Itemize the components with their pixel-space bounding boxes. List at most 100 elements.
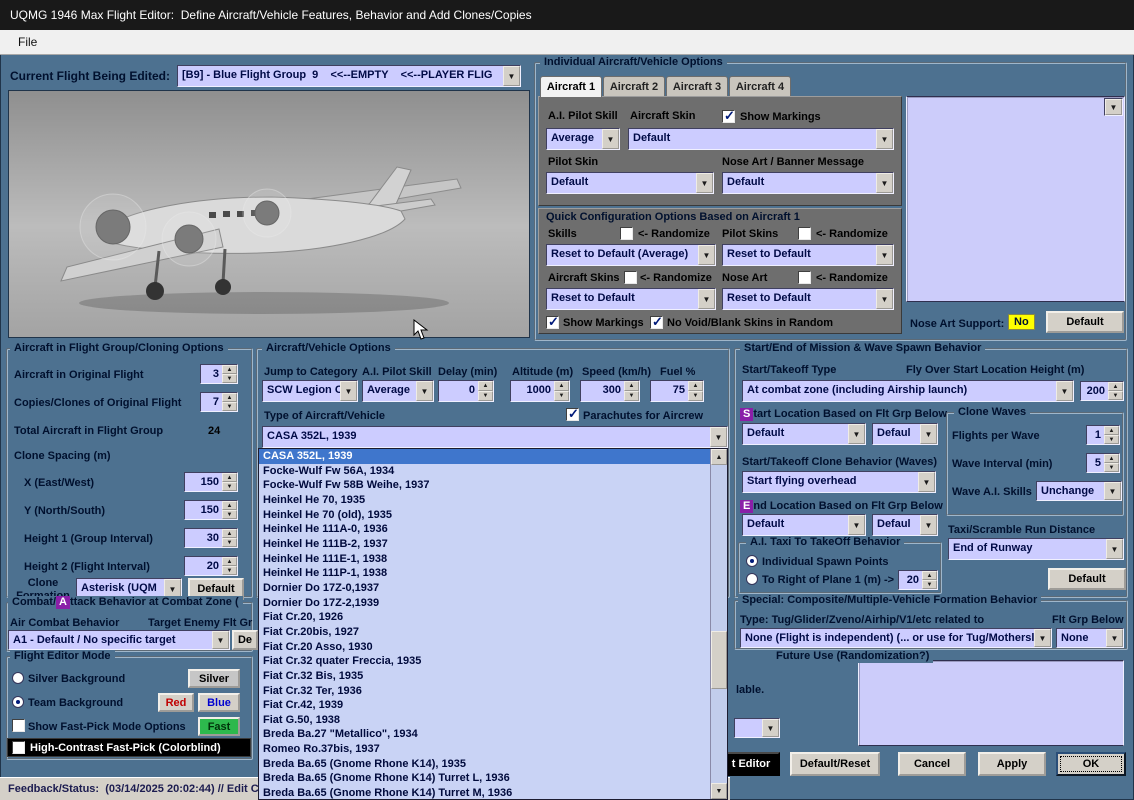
copies-spinner[interactable]: 7 [200,392,238,412]
list-item[interactable]: CASA 352L, 1939 [259,449,710,464]
original-flight-spinner[interactable]: 3 [200,364,238,384]
spin-up-icon[interactable] [222,501,237,510]
list-item[interactable]: Dornier Do 17Z-2,1939 [259,596,710,611]
spin-up-icon[interactable] [554,381,569,391]
show-markings-checkbox[interactable] [722,108,735,124]
list-item[interactable]: Heinkel He 111A-0, 1936 [259,522,710,537]
x-spacing-spinner[interactable]: 150 [184,472,238,492]
aircraft-skins-reset-dropdown[interactable]: Reset to Default [546,288,716,310]
fastpick-checkbox[interactable] [12,719,25,732]
dropdown-arrow-icon[interactable] [848,515,865,535]
dropdown-arrow-icon[interactable] [602,129,619,149]
list-item[interactable]: Dornier Do 17Z-0,1937 [259,581,710,596]
dropdown-arrow-icon[interactable] [848,424,865,444]
spin-down-icon[interactable] [222,510,237,519]
spin-down-icon[interactable] [222,566,237,575]
list-item[interactable]: Focke-Wulf Fw 58B Weihe, 1937 [259,478,710,493]
blue-button[interactable]: Blue [198,693,240,712]
list-item[interactable]: Fiat G.50, 1938 [259,713,710,728]
combat-partial-button[interactable]: De [232,630,258,650]
dropdown-arrow-icon[interactable] [762,719,779,737]
list-item[interactable]: Heinkel He 70 (old), 1935 [259,508,710,523]
ai-pilot-skill-dropdown[interactable]: Average [546,128,620,150]
fast-button[interactable]: Fast [198,717,240,736]
list-item[interactable]: Breda Ba.65 (Gnome Rhone K14), 1935 [259,757,710,772]
silver-background-radio[interactable] [12,672,24,684]
spin-down-icon[interactable] [1108,391,1123,400]
dropdown-arrow-icon[interactable] [920,515,937,535]
dropdown-arrow-icon[interactable] [918,472,935,492]
clone-behavior-dropdown[interactable]: Start flying overhead [742,471,936,493]
apply-button[interactable]: Apply [978,752,1046,776]
spin-down-icon[interactable] [624,391,639,401]
dropdown-arrow-icon[interactable] [876,173,893,193]
list-item[interactable]: Fiat Cr.42, 1939 [259,698,710,713]
spin-up-icon[interactable] [222,393,237,402]
height2-spinner[interactable]: 20 [184,556,238,576]
spin-down-icon[interactable] [688,391,703,401]
no-void-checkbox[interactable] [650,314,663,330]
taxi-distance-dropdown[interactable]: End of Runway [948,538,1124,560]
dropdown-arrow-icon[interactable] [1104,482,1121,500]
skills-reset-dropdown[interactable]: Reset to Default (Average) [546,244,716,266]
menu-file[interactable]: File [8,33,47,51]
list-item[interactable]: Fiat Cr.32 Bis, 1935 [259,669,710,684]
wave-ai-skills-dropdown[interactable]: Unchange [1036,481,1122,501]
pilot-skin-dropdown[interactable]: Default [546,172,714,194]
flights-per-wave-spinner[interactable]: 1 [1086,425,1120,445]
list-item[interactable]: Heinkel He 111P-1, 1938 [259,566,710,581]
tab-aircraft-4[interactable]: Aircraft 4 [729,76,791,96]
spin-down-icon[interactable] [1104,435,1119,444]
spin-up-icon[interactable] [1104,454,1119,463]
wave-interval-spinner[interactable]: 5 [1086,453,1120,473]
nose-art-panel-dropdown[interactable] [1104,98,1123,116]
list-item[interactable]: Fiat Cr.32 Ter, 1936 [259,684,710,699]
dropdown-arrow-icon[interactable] [710,427,727,447]
tab-aircraft-1[interactable]: Aircraft 1 [540,76,602,97]
spin-up-icon[interactable] [1108,382,1123,391]
spin-down-icon[interactable] [554,391,569,401]
list-item[interactable]: Breda Ba.27 "Metallico", 1934 [259,727,710,742]
list-scrollbar[interactable] [710,449,727,799]
dropdown-arrow-icon[interactable] [1034,629,1051,647]
aircraft-type-dropdown[interactable]: CASA 352L, 1939 [262,426,728,448]
ok-button[interactable]: OK [1056,752,1126,776]
list-item[interactable]: Fiat Cr.20, 1926 [259,610,710,625]
list-item[interactable]: Focke-Wulf Fw 56A, 1934 [259,464,710,479]
spin-up-icon[interactable] [478,381,493,391]
team-background-radio[interactable] [12,696,24,708]
dropdown-arrow-icon[interactable] [698,289,715,309]
list-item[interactable]: Romeo Ro.37bis, 1937 [259,742,710,757]
spin-up-icon[interactable] [222,557,237,566]
list-item[interactable]: Fiat Cr.20bis, 1927 [259,625,710,640]
dropdown-arrow-icon[interactable] [920,424,937,444]
spin-down-icon[interactable] [478,391,493,401]
spin-down-icon[interactable] [222,402,237,411]
list-item[interactable]: Breda Ba.65 (Gnome Rhone K14) Turret M, … [259,786,710,799]
y-spacing-spinner[interactable]: 150 [184,500,238,520]
aircraft-skin-dropdown[interactable]: Default [628,128,894,150]
list-item[interactable]: Heinkel He 70, 1935 [259,493,710,508]
spin-up-icon[interactable] [1104,426,1119,435]
red-button[interactable]: Red [158,693,194,712]
start-location-dropdown-2[interactable]: Defaul [872,423,938,445]
nose-art-default-button[interactable]: Default [1046,311,1124,333]
dropdown-arrow-icon[interactable] [416,381,433,401]
jump-category-dropdown[interactable]: SCW Legion Co [262,380,358,402]
show-markings-bottom-checkbox[interactable] [546,314,559,330]
future-use-dropdown[interactable] [734,718,780,738]
end-location-dropdown[interactable]: Default [742,514,866,536]
right-of-plane-spinner[interactable]: 20 [898,570,938,590]
dropdown-arrow-icon[interactable] [340,381,357,401]
flyover-height-spinner[interactable]: 200 [1080,381,1124,401]
pilot-skins-randomize-checkbox[interactable] [798,227,811,240]
nose-art-reset-dropdown[interactable]: Reset to Default [722,288,894,310]
dropdown-arrow-icon[interactable] [503,66,520,86]
spin-down-icon[interactable] [222,482,237,491]
spin-up-icon[interactable] [222,529,237,538]
pilot-skins-reset-dropdown[interactable]: Reset to Default [722,244,894,266]
scroll-down-icon[interactable] [711,783,727,799]
start-location-dropdown[interactable]: Default [742,423,866,445]
high-contrast-checkbox[interactable] [12,741,25,754]
list-item[interactable]: Heinkel He 111E-1, 1938 [259,552,710,567]
